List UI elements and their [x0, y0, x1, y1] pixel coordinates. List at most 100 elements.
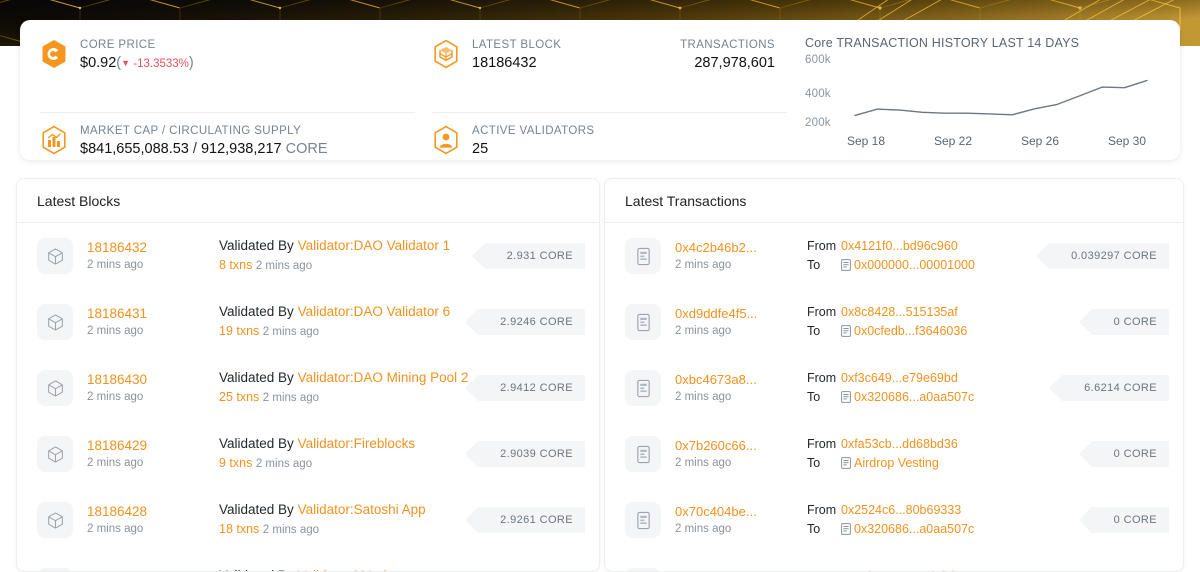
from-address-link[interactable]: 0xf3c649...e79e69bd [841, 371, 958, 385]
from-address-link[interactable]: 0x4121f0...bd96c960 [841, 239, 958, 253]
txn-count-link[interactable]: 19 txns [219, 324, 259, 338]
table-row[interactable]: 0x7b260c66... 2 mins ago From 0xfa53cb...… [605, 421, 1183, 487]
chart-ytick-200k: 200k [805, 117, 831, 129]
validated-by-line: Validated By Validator:DAO Validator 6 [219, 303, 468, 321]
block-details: Validated By Validator:M Labs 16 txns 2 … [219, 567, 468, 571]
transaction-identity: 0x4c2b46b2... 2 mins ago [675, 239, 807, 273]
table-row[interactable]: 18186431 2 mins ago Validated By Validat… [17, 289, 599, 355]
validated-by-line: Validated By Validator:Satoshi App [219, 501, 468, 519]
validator-link[interactable]: Validator:Fireblocks [298, 436, 416, 451]
block-details: Validated By Validator:Satoshi App 18 tx… [219, 501, 468, 539]
txn-count-line: 9 txns 2 mins ago [219, 454, 468, 473]
from-line: From 0x2524c6...80b69333 [807, 501, 1082, 520]
chart-ytick-600k: 600k [805, 54, 831, 66]
transaction-amount-badge: 0 CORE [1078, 441, 1169, 467]
block-age: 2 mins ago [87, 325, 144, 337]
block-height-link[interactable]: 18186432 [87, 239, 219, 256]
table-row[interactable]: 0x70c404be... 2 mins ago From 0x2524c6...… [605, 487, 1183, 553]
from-label: From [807, 305, 837, 319]
transaction-icon-badge [625, 502, 661, 538]
transaction-hash-link[interactable]: 0x7b260c66... [675, 437, 807, 454]
table-row[interactable]: 0xacb83b85... 2 mins ago From0xe9b921...… [605, 553, 1183, 571]
stat-label: CORE PRICE [80, 39, 156, 51]
block-icon-badge [37, 304, 73, 340]
validator-link[interactable]: Validator:DAO Mining Pool 2 [298, 370, 469, 385]
table-row[interactable]: 18186429 2 mins ago Validated By Validat… [17, 421, 599, 487]
txn-count-link[interactable]: 9 txns [219, 456, 252, 470]
block-height-link[interactable]: 18186428 [87, 503, 219, 520]
block-height-link[interactable]: 18186430 [87, 371, 219, 388]
transaction-amount-badge: 0 CORE [1078, 507, 1169, 533]
to-address-link[interactable]: 0x0cfedb...f3646036 [854, 324, 967, 338]
block-identity: 18186428 2 mins ago [87, 503, 219, 537]
to-label: To [807, 522, 821, 536]
from-address-link[interactable]: 0x2524c6...80b69333 [841, 503, 961, 517]
table-row[interactable]: 0xbc4673a8... 2 mins ago From 0xf3c649...… [605, 355, 1183, 421]
stat-value: 287,978,601 [694, 55, 775, 71]
transaction-icon-badge [625, 370, 661, 406]
block-height-link[interactable]: 18186431 [87, 305, 219, 322]
from-line: From 0x4121f0...bd96c960 [807, 237, 1039, 256]
transaction-identity: 0x70c404be... 2 mins ago [675, 503, 807, 537]
block-age: 2 mins ago [87, 523, 144, 535]
transaction-history-chart: Core TRANSACTION HISTORY LAST 14 DAYS 60… [805, 36, 1165, 156]
txn-count-link[interactable]: 18 txns [219, 522, 259, 536]
to-address-link[interactable]: 0x320686...a0aa507c [854, 390, 974, 404]
from-address-link[interactable]: 0x8c8428...515135af [841, 305, 958, 319]
circulating-supply: 912,938,217 [200, 141, 282, 157]
block-height-link[interactable]: 18186429 [87, 437, 219, 454]
stat-value: $0.92(▼ -13.3533%) [80, 55, 194, 71]
to-label: To [807, 390, 821, 404]
txn-count-link[interactable]: 25 txns [219, 390, 259, 404]
table-row[interactable]: 0xd9ddfe4f5... 2 mins ago From 0x8c8428..… [605, 289, 1183, 355]
transaction-hash-link[interactable]: 0xd9ddfe4f5... [675, 305, 807, 322]
transaction-hash-link[interactable]: 0xbc4673a8... [675, 371, 807, 388]
chart-line-series [854, 79, 1148, 117]
stat-label: MARKET CAP / CIRCULATING SUPPLY [80, 125, 302, 137]
from-line: From 0xfa53cb...dd68bd36 [807, 435, 1082, 454]
validator-link[interactable]: Validator:M Labs [298, 568, 398, 571]
validator-link[interactable]: Validator:DAO Validator 1 [298, 238, 451, 253]
value-separator: / [192, 141, 197, 157]
transaction-age: 2 mins ago [675, 391, 732, 403]
panel-title: Latest Transactions [625, 192, 747, 209]
document-icon [636, 445, 650, 463]
chart-xtick-1: Sep 22 [934, 134, 973, 148]
validator-hexagon-icon [434, 125, 458, 155]
table-row[interactable]: 0x4c2b46b2... 2 mins ago From 0x4121f0...… [605, 223, 1183, 289]
table-row[interactable]: 18186427 2 mins ago Validated By Validat… [17, 553, 599, 571]
chart-ytick-400k: 400k [805, 88, 831, 100]
transaction-age: 2 mins ago [675, 457, 732, 469]
transaction-amount-badge: 0.039297 CORE [1036, 243, 1169, 269]
chart-xtick-0: Sep 18 [847, 134, 886, 148]
txn-count-link[interactable]: 8 txns [219, 258, 252, 272]
transaction-parties: From 0xf3c649...e79e69bd To 0x320686...a0… [807, 369, 1052, 407]
to-address-link[interactable]: Airdrop Vesting [854, 456, 939, 470]
stat-divider-left [40, 112, 415, 113]
table-row[interactable]: 18186428 2 mins ago Validated By Validat… [17, 487, 599, 553]
block-age: 2 mins ago [87, 259, 144, 271]
contract-doc-icon [841, 523, 851, 535]
transaction-hash-link[interactable]: 0x70c404be... [675, 503, 807, 520]
txn-count-line: 18 txns 2 mins ago [219, 520, 468, 539]
transactions-list: 0x4c2b46b2... 2 mins ago From 0x4121f0...… [605, 223, 1183, 571]
contract-doc-icon [841, 259, 851, 271]
block-details: Validated By Validator:Fireblocks 9 txns… [219, 435, 468, 473]
transaction-identity: 0xd9ddfe4f5... 2 mins ago [675, 305, 807, 339]
to-address-link[interactable]: 0x320686...a0aa507c [854, 522, 974, 536]
transaction-hash-link[interactable]: 0x4c2b46b2... [675, 239, 807, 256]
document-icon [636, 511, 650, 529]
validated-by-label: Validated By [219, 436, 294, 451]
validator-link[interactable]: Validator:Satoshi App [298, 502, 426, 517]
panel-header: Latest Transactions [605, 179, 1183, 223]
block-identity: 18186432 2 mins ago [87, 239, 219, 273]
transaction-amount-badge: 0 CORE [1078, 309, 1169, 335]
validator-link[interactable]: Validator:DAO Validator 6 [298, 304, 451, 319]
transaction-amount-badge: 6.6214 CORE [1049, 375, 1169, 401]
contract-doc-icon [841, 325, 851, 337]
table-row[interactable]: 18186430 2 mins ago Validated By Validat… [17, 355, 599, 421]
stat-label: TRANSACTIONS [680, 39, 775, 51]
table-row[interactable]: 18186432 2 mins ago Validated By Validat… [17, 223, 599, 289]
to-address-link[interactable]: 0x000000...00001000 [854, 258, 975, 272]
from-address-link[interactable]: 0xfa53cb...dd68bd36 [841, 437, 958, 451]
